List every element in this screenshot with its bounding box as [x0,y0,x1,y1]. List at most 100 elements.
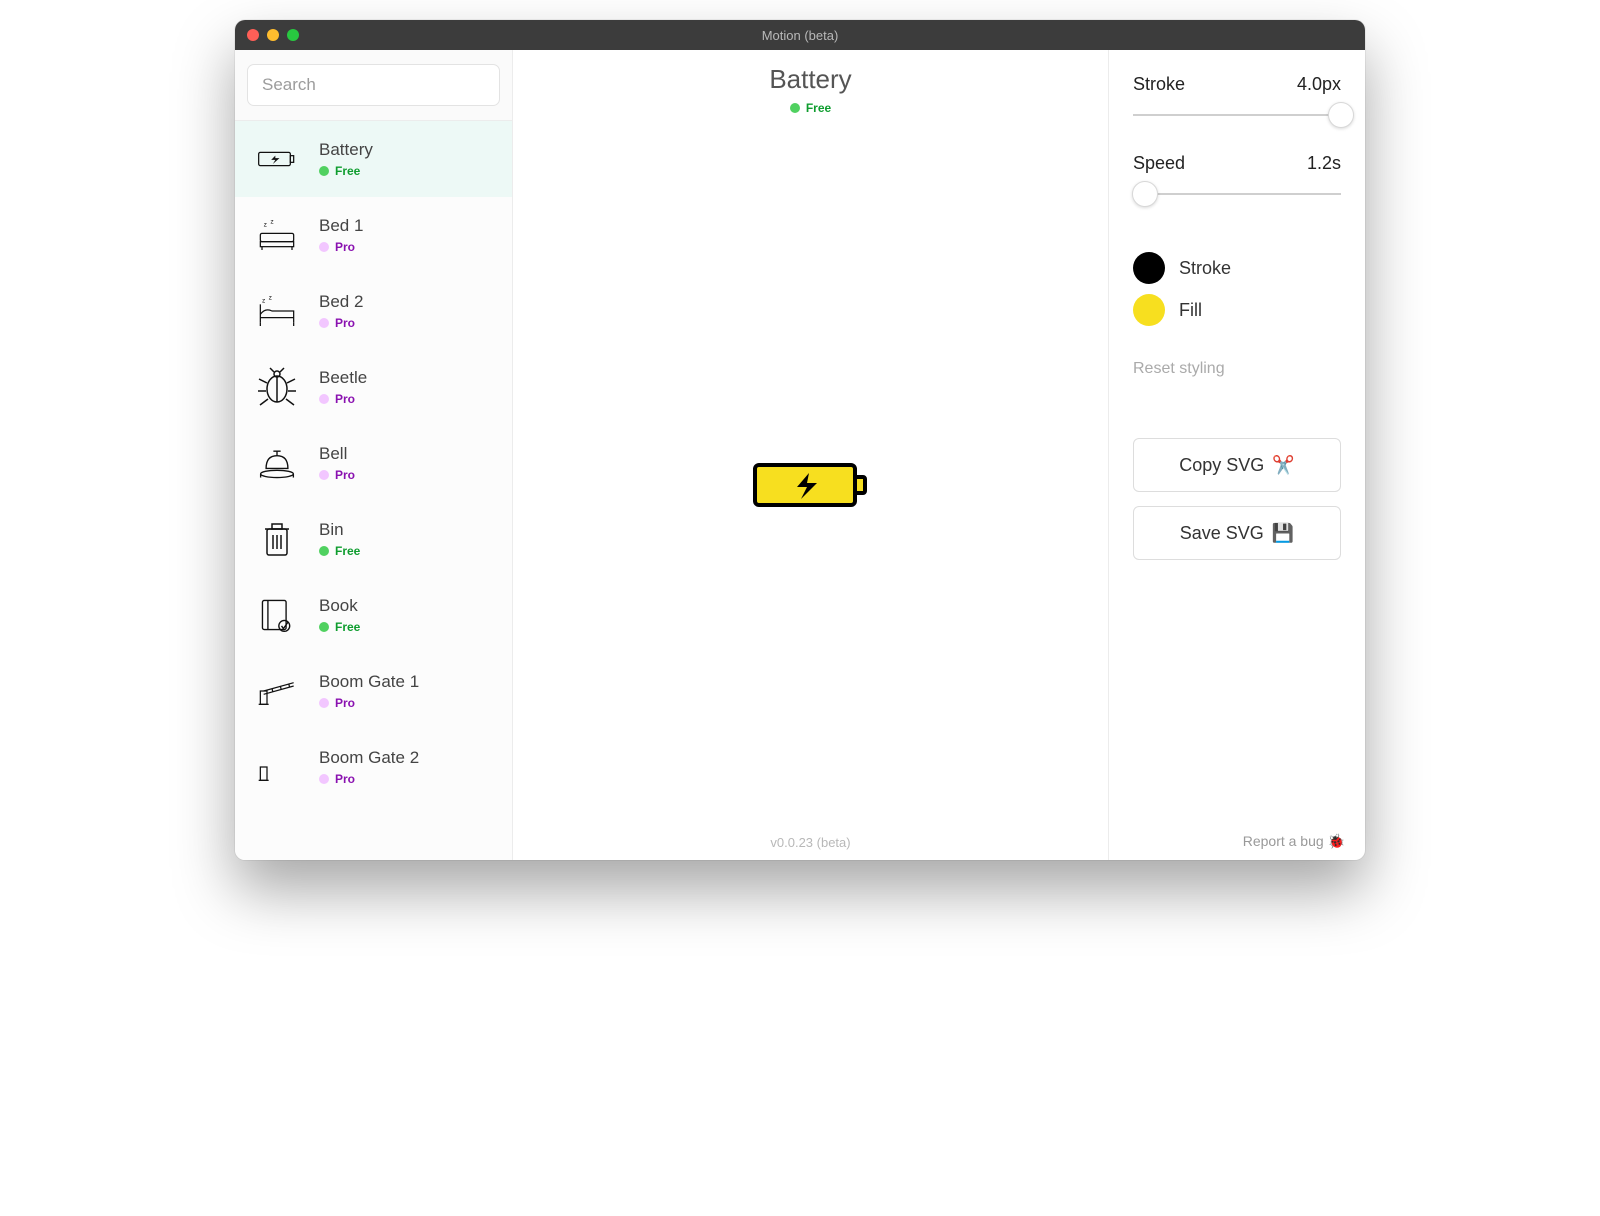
copy-svg-button[interactable]: Copy SVG ✂️ [1133,438,1341,492]
tier-badge: Pro [319,392,367,406]
reset-styling-link[interactable]: Reset styling [1133,360,1341,378]
fill-color-picker[interactable]: Fill [1133,294,1341,326]
stroke-slider-thumb[interactable] [1328,102,1354,128]
search-input[interactable] [247,64,500,106]
tier-label: Pro [335,392,355,406]
report-bug-label: Report a bug [1243,833,1324,849]
titlebar[interactable]: Motion (beta) [235,20,1365,50]
sidebar-item-beetle[interactable]: Beetle Pro [235,349,512,425]
bed2-icon: zz [255,289,299,333]
sidebar-item-label: Beetle [319,368,367,388]
scissors-icon: ✂️ [1272,455,1294,476]
tier-badge: Pro [319,468,355,482]
tier-label: Pro [335,468,355,482]
preview-header: Battery Free [769,50,851,115]
preview-panel: Battery Free v0.0.23 (beta) [513,50,1109,860]
sidebar-item-label: Bell [319,444,355,464]
ladybug-icon: 🐞 [1328,833,1345,849]
icon-list[interactable]: BatteryFreezzBed 1ProzzBed 2ProBeetlePro… [235,121,512,860]
tier-dot-icon [319,546,329,556]
tier-label: Free [335,620,360,634]
tier-dot-icon [790,103,800,113]
preview-canvas [513,115,1108,860]
sidebar-item-label: Boom Gate 2 [319,748,419,768]
tier-label: Pro [335,240,355,254]
app-window: Motion (beta) BatteryFreezzBed 1ProzzBed… [235,20,1365,860]
boomgate1-icon [255,669,299,713]
tier-badge: Free [319,164,373,178]
sidebar-item-label: Battery [319,140,373,160]
svg-text:z: z [262,298,265,305]
speed-value: 1.2s [1307,153,1341,174]
sidebar-item-book[interactable]: Book Free [235,577,512,653]
sidebar-item-boomgate1[interactable]: Boom Gate 1 Pro [235,653,512,729]
boomgate2-icon [255,745,299,789]
report-bug-link[interactable]: Report a bug 🐞 [1243,833,1345,850]
tier-dot-icon [319,242,329,252]
bell-icon [255,441,299,485]
tier-dot-icon [319,394,329,404]
sidebar-item-text: Bed 2Pro [319,292,363,330]
battery-icon [255,137,299,181]
sidebar-item-text: Battery Free [319,140,373,178]
tier-badge: Pro [319,240,363,254]
svg-text:z: z [269,294,272,301]
fill-color-label: Fill [1179,300,1202,321]
sidebar-item-label: Bin [319,520,360,540]
tier-badge: Free [319,620,360,634]
floppy-icon: 💾 [1272,523,1294,544]
bin-icon [255,517,299,561]
sidebar-item-label: Bed 1 [319,216,363,236]
tier-label: Free [335,544,360,558]
book-icon [255,593,299,637]
preview-tier-badge: Free [769,101,851,115]
sidebar-item-text: Book Free [319,596,360,634]
speed-label: Speed [1133,153,1185,174]
save-svg-button[interactable]: Save SVG 💾 [1133,506,1341,560]
export-actions: Copy SVG ✂️ Save SVG 💾 [1133,438,1341,560]
beetle-icon [255,365,299,409]
copy-svg-label: Copy SVG [1179,455,1264,476]
stroke-color-label: Stroke [1179,258,1231,279]
stroke-color-picker[interactable]: Stroke [1133,252,1341,284]
sidebar-item-boomgate2[interactable]: Boom Gate 2 Pro [235,729,512,805]
sidebar-item-label: Boom Gate 1 [319,672,419,692]
sidebar-item-bin[interactable]: Bin Free [235,501,512,577]
close-window-icon[interactable] [247,29,259,41]
stroke-slider[interactable] [1133,105,1341,125]
stroke-label: Stroke [1133,74,1185,95]
sidebar-item-bed1[interactable]: zzBed 1Pro [235,197,512,273]
battery-preview-icon [751,455,871,520]
stroke-control: Stroke 4.0px [1133,74,1341,125]
inspector-panel: Stroke 4.0px Speed 1.2s [1109,50,1365,860]
sidebar-item-label: Book [319,596,360,616]
save-svg-label: Save SVG [1180,523,1264,544]
tier-label: Pro [335,772,355,786]
sidebar-item-text: Bin Free [319,520,360,558]
fill-swatch-icon [1133,294,1165,326]
speed-slider[interactable] [1133,184,1341,204]
sidebar: BatteryFreezzBed 1ProzzBed 2ProBeetlePro… [235,50,513,860]
speed-control: Speed 1.2s [1133,153,1341,204]
app-body: BatteryFreezzBed 1ProzzBed 2ProBeetlePro… [235,50,1365,860]
minimize-window-icon[interactable] [267,29,279,41]
sidebar-item-battery[interactable]: Battery Free [235,121,512,197]
sidebar-item-text: Boom Gate 1 Pro [319,672,419,710]
fullscreen-window-icon[interactable] [287,29,299,41]
search-wrap [235,50,512,121]
sidebar-item-text: Beetle Pro [319,368,367,406]
tier-badge: Pro [319,772,419,786]
speed-slider-thumb[interactable] [1132,181,1158,207]
traffic-lights [247,29,299,41]
stroke-value: 4.0px [1297,74,1341,95]
window-title: Motion (beta) [235,28,1365,43]
preview-tier-label: Free [806,101,831,115]
tier-badge: Pro [319,696,419,710]
sidebar-item-bell[interactable]: Bell Pro [235,425,512,501]
tier-label: Pro [335,696,355,710]
sidebar-item-bed2[interactable]: zz Bed 2Pro [235,273,512,349]
tier-dot-icon [319,698,329,708]
svg-text:z: z [264,222,267,229]
sidebar-item-text: Bed 1 Pro [319,216,363,254]
stroke-swatch-icon [1133,252,1165,284]
